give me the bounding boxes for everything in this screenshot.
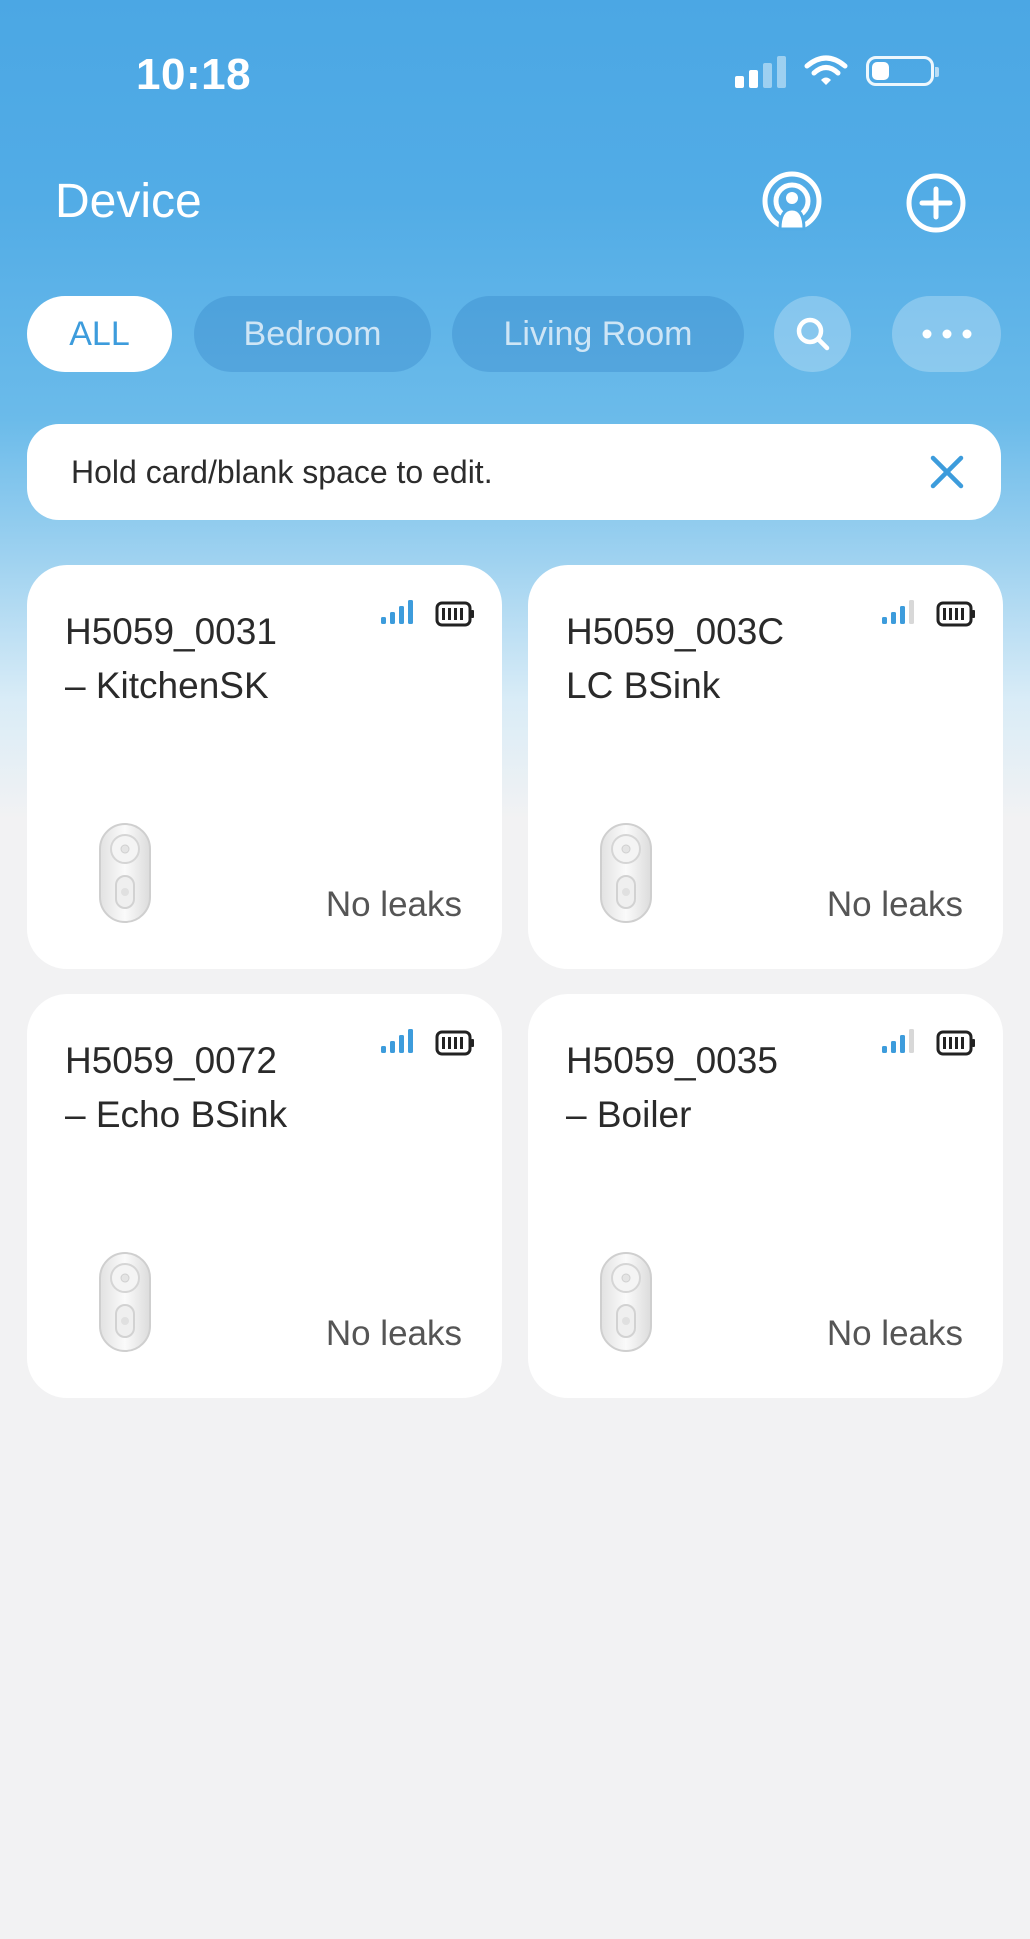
device-card[interactable]: H5059_0031 – KitchenSK No leaks — [27, 565, 502, 969]
battery-full-icon — [435, 1030, 474, 1056]
broadcast-scan-icon — [762, 171, 822, 231]
search-icon — [796, 317, 829, 351]
leak-sensor-icon — [600, 1252, 652, 1352]
more-button[interactable] — [892, 296, 1001, 372]
status-time: 10:18 — [136, 50, 252, 99]
signal-strength-icon — [882, 600, 914, 624]
edit-hint-banner: Hold card/blank space to edit. — [27, 424, 1001, 520]
signal-strength-icon — [882, 1029, 914, 1053]
device-card[interactable]: H5059_0035 – Boiler No leaks — [528, 994, 1003, 1398]
leak-sensor-icon — [600, 823, 652, 923]
leak-sensor-icon — [99, 1252, 151, 1352]
plus-circle-icon — [906, 173, 966, 233]
tab-bedroom[interactable]: Bedroom — [194, 296, 431, 372]
tab-living-room[interactable]: Living Room — [452, 296, 744, 372]
leak-sensor-icon — [99, 823, 151, 923]
scan-button[interactable] — [759, 170, 825, 236]
leak-status: No leaks — [826, 885, 963, 924]
leak-status: No leaks — [325, 1314, 462, 1353]
battery-full-icon — [435, 601, 474, 627]
wifi-icon — [804, 55, 848, 85]
cellular-signal-icon — [735, 54, 786, 88]
page-title: Device — [55, 175, 202, 228]
status-icons — [735, 54, 939, 88]
add-device-button[interactable] — [903, 170, 969, 236]
device-name: H5059_0031 – KitchenSK — [65, 611, 277, 706]
leak-status: No leaks — [826, 1314, 963, 1353]
leak-status: No leaks — [325, 885, 462, 924]
hint-text: Hold card/blank space to edit. — [71, 453, 493, 490]
device-name: H5059_0072 – Echo BSink — [65, 1040, 288, 1135]
tab-all[interactable]: ALL — [27, 296, 172, 372]
battery-icon — [866, 56, 939, 86]
device-card[interactable]: H5059_0072 – Echo BSink No leaks — [27, 994, 502, 1398]
more-horizontal-icon — [922, 329, 971, 339]
battery-full-icon — [936, 601, 975, 627]
device-name: H5059_003C LC BSink — [566, 611, 785, 706]
signal-strength-icon — [381, 600, 413, 624]
device-card[interactable]: H5059_003C LC BSink No leaks — [528, 565, 1003, 969]
device-name: H5059_0035 – Boiler — [566, 1040, 778, 1135]
signal-strength-icon — [381, 1029, 413, 1053]
battery-full-icon — [936, 1030, 975, 1056]
close-icon[interactable] — [927, 452, 967, 492]
battery-level — [872, 62, 889, 80]
search-button[interactable] — [774, 296, 851, 372]
